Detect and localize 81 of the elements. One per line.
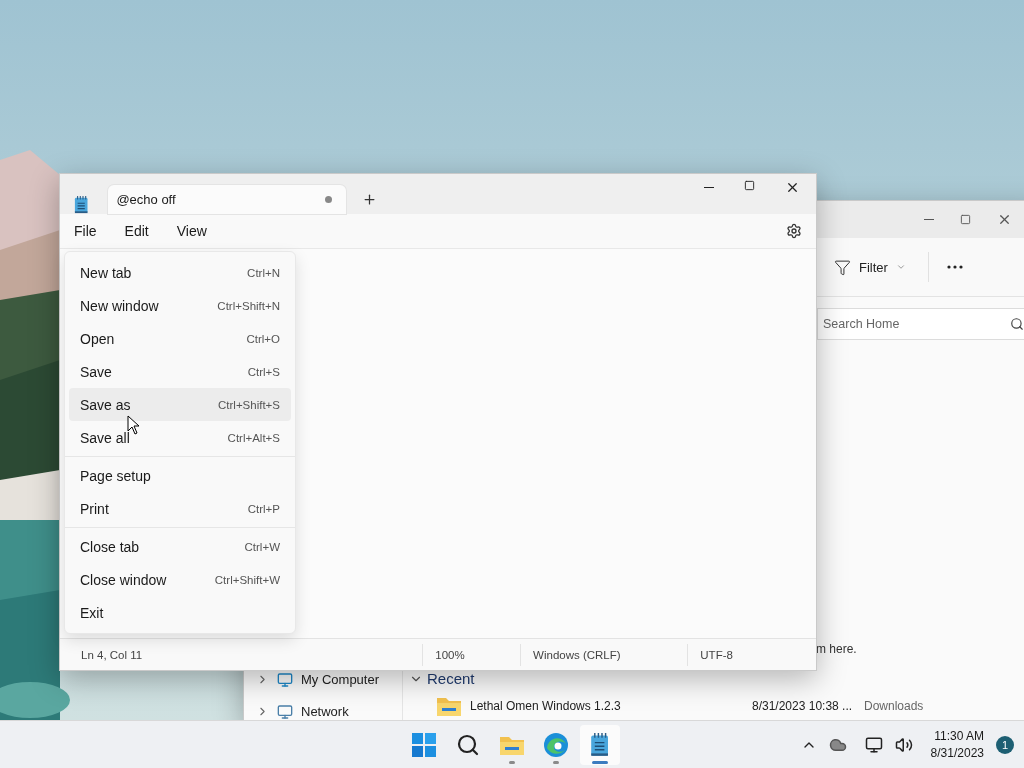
close-button[interactable]: [997, 212, 1012, 227]
search-icon: [456, 732, 480, 757]
document-tab[interactable]: @echo off: [108, 185, 347, 214]
notepad-button[interactable]: [580, 724, 620, 765]
menu-item[interactable]: Edit: [115, 219, 158, 243]
minimize-icon: [924, 219, 934, 220]
recent-section-header[interactable]: Recent: [409, 670, 1024, 687]
more-options-button[interactable]: [946, 265, 963, 269]
menu-entry[interactable]: Save Ctrl+S: [69, 355, 291, 388]
menu-entry-label: Save: [80, 363, 112, 380]
menu-entry[interactable]: Save as Ctrl+Shift+S: [69, 388, 291, 421]
more-icon: [946, 265, 963, 269]
menu-entry-label: Close tab: [80, 538, 140, 555]
search-field[interactable]: Search Home: [817, 308, 1024, 340]
close-button[interactable]: [785, 180, 800, 195]
menu-entry[interactable]: New tab Ctrl+N: [69, 256, 291, 289]
shortcut-text: Ctrl+Shift+N: [217, 299, 280, 312]
plus-icon: [362, 191, 378, 207]
menu-entry-label: Open: [80, 330, 115, 347]
close-icon: [997, 212, 1012, 227]
maximize-icon: [960, 214, 971, 225]
sidebar-label: My Computer: [301, 672, 380, 687]
menu-entry[interactable]: Save all Ctrl+Alt+S: [69, 421, 291, 454]
menu-item[interactable]: View: [167, 219, 216, 243]
cursor-icon: [127, 415, 140, 435]
shortcut-text: Ctrl+Alt+S: [227, 431, 280, 444]
shortcut-text: Ctrl+P: [247, 502, 280, 515]
volume-icon[interactable]: [894, 735, 913, 754]
maximize-icon: [744, 180, 755, 191]
new-tab-button[interactable]: [362, 191, 378, 207]
menu-entry-label: Save all: [80, 429, 130, 446]
shortcut-text: Ctrl+Shift+S: [218, 398, 280, 411]
filter-icon: [834, 258, 851, 276]
close-icon: [785, 180, 800, 195]
menu-entry-label: Page setup: [80, 467, 151, 484]
shortcut-text: Ctrl+Shift+W: [214, 573, 280, 586]
settings-icon: [786, 223, 802, 239]
status-text: 100%: [435, 648, 465, 661]
menu-entry-label: Save as: [80, 396, 131, 413]
menu-entry-label: New window: [80, 297, 159, 314]
status-text: Ln 4, Col 11: [81, 648, 143, 661]
empty-hint-text: m here.: [816, 642, 858, 656]
tab-title: @echo off: [116, 192, 176, 207]
sidebar-item[interactable]: Network: [244, 702, 402, 721]
file-name: Lethal Omen Windows 1.2.3: [470, 699, 622, 713]
menu-entry-label: Exit: [80, 604, 104, 621]
menu-entry[interactable]: Close window Ctrl+Shift+W: [69, 563, 291, 596]
menu-entry-label: New tab: [80, 264, 132, 281]
settings-button[interactable]: [786, 223, 802, 239]
clock-time[interactable]: 11:30 AM: [934, 727, 984, 745]
chevron-down-icon: [895, 262, 906, 272]
sidebar-label: Network: [301, 704, 349, 719]
search-icon: [1010, 317, 1024, 331]
sidebar-item[interactable]: My Computer: [244, 670, 402, 689]
menu-entry[interactable]: Exit: [69, 596, 291, 629]
shortcut-text: Ctrl+O: [246, 332, 280, 345]
shortcut-text: Ctrl+N: [247, 266, 280, 279]
notepad-icon: [590, 732, 610, 757]
file-date: 8/31/2023 10:38 ...: [752, 699, 854, 713]
notification-badge[interactable]: 1: [996, 735, 1014, 754]
menu-item[interactable]: File: [65, 219, 106, 243]
menu-entry[interactable]: Open Ctrl+O: [69, 322, 291, 355]
shortcut-text: Ctrl+S: [247, 365, 280, 378]
minimize-icon: [704, 187, 714, 188]
filter-button[interactable]: Filter: [830, 254, 910, 280]
shortcut-text: Ctrl+W: [244, 540, 280, 553]
clock-date[interactable]: 8/31/2023: [930, 744, 984, 762]
monitor-icon: [277, 671, 293, 688]
status-text: UTF-8: [700, 648, 733, 661]
browser-icon: [543, 731, 569, 758]
menu-entry[interactable]: New window Ctrl+Shift+N: [69, 289, 291, 322]
menu-entry[interactable]: Close tab Ctrl+W: [69, 530, 291, 563]
status-text: Windows (CRLF): [533, 648, 621, 661]
windows-logo-icon: [412, 732, 436, 757]
file-location: Downloads: [864, 699, 924, 713]
menu-entry[interactable]: Page setup: [69, 459, 291, 492]
notepad-icon: [74, 196, 89, 214]
maximize-button[interactable]: [960, 214, 971, 225]
menu-entry-label: Close window: [80, 571, 167, 588]
menu-entry[interactable]: Print Ctrl+P: [69, 492, 291, 525]
menu-entry-label: Print: [80, 500, 109, 517]
